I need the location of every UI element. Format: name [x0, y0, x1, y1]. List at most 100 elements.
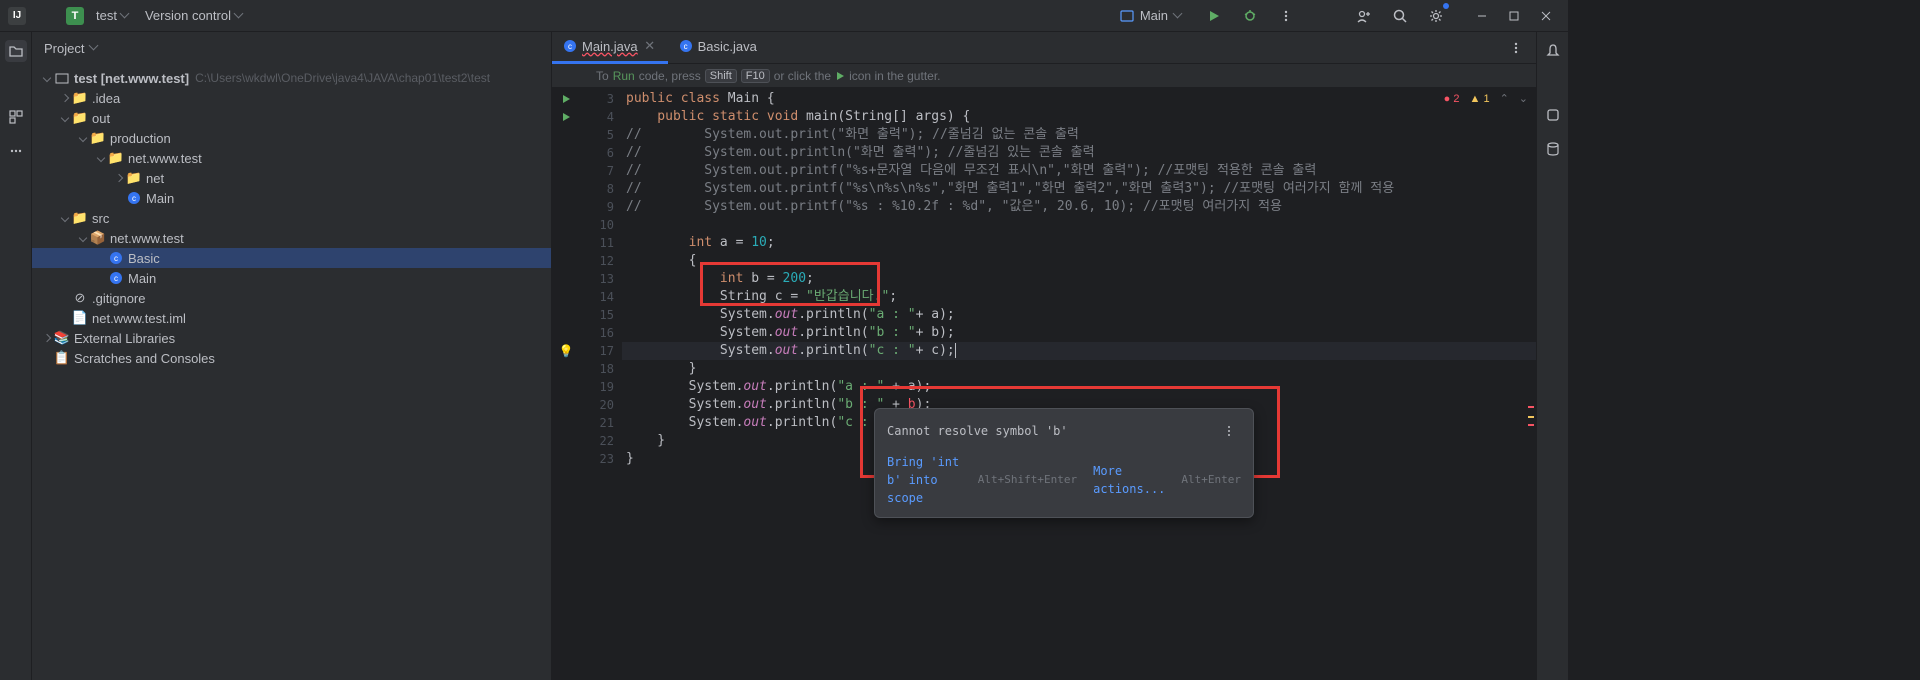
project-dropdown[interactable]: test	[92, 6, 133, 25]
class-icon: c	[564, 40, 576, 52]
prev-highlight[interactable]: ⌃	[1500, 92, 1509, 105]
more-actions-button[interactable]	[1274, 4, 1298, 28]
project-badge[interactable]: T	[66, 7, 84, 25]
warning-mark[interactable]	[1528, 416, 1534, 418]
tree-item-pkg-out[interactable]: 📁 net.www.test	[32, 148, 551, 168]
tree-toggle[interactable]	[58, 215, 72, 221]
run-button[interactable]	[1202, 4, 1226, 28]
tree-label: net.www.test	[110, 231, 184, 246]
class-icon: c	[126, 192, 142, 204]
maximize-button[interactable]	[1500, 4, 1528, 28]
project-name-label: test	[96, 8, 117, 23]
settings-button[interactable]	[1424, 4, 1448, 28]
run-gutter-icon[interactable]	[561, 112, 571, 122]
tree-item-src[interactable]: 📁 src	[32, 208, 551, 228]
structure-tool-button[interactable]	[5, 106, 27, 128]
tree-label: .gitignore	[92, 291, 145, 306]
tree-label: Main	[128, 271, 156, 286]
banner-run-text: Run	[613, 69, 635, 83]
tree-item-external[interactable]: 📚 External Libraries	[32, 328, 551, 348]
tree-toggle[interactable]	[40, 75, 54, 81]
error-tooltip: Cannot resolve symbol 'b' Bring 'int b' …	[874, 408, 1254, 518]
search-everywhere-button[interactable]	[1388, 4, 1412, 28]
tree-toggle[interactable]	[58, 115, 72, 121]
tree-item-production[interactable]: 📁 production	[32, 128, 551, 148]
tree-label: net	[146, 171, 164, 186]
tree-label: out	[92, 111, 110, 126]
error-count[interactable]: ● 2	[1444, 93, 1460, 105]
main-menu-button[interactable]	[34, 4, 58, 28]
error-mark[interactable]	[1528, 424, 1534, 426]
tree-item-main-src[interactable]: c Main	[32, 268, 551, 288]
class-icon: c	[108, 252, 124, 264]
tree-item-pkg-src[interactable]: 📦 net.www.test	[32, 228, 551, 248]
tree-item-scratches[interactable]: 📋 Scratches and Consoles	[32, 348, 551, 368]
kbd-shift: Shift	[705, 69, 737, 83]
tree-label: .idea	[92, 91, 120, 106]
run-config-icon	[1120, 9, 1134, 23]
warning-count[interactable]: ▲ 1	[1469, 93, 1489, 105]
tooltip-action-bring-into-scope[interactable]: Bring 'int b' into scope	[887, 453, 962, 507]
banner-text: code, press	[639, 69, 701, 83]
vcs-label: Version control	[145, 8, 231, 23]
right-tool-rail	[1536, 32, 1568, 680]
run-hint-banner: To Run code, press Shift F10 or click th…	[552, 64, 1536, 88]
tree-toggle[interactable]	[76, 235, 90, 241]
tooltip-hint: Alt+Enter	[1181, 471, 1241, 489]
inspections-widget[interactable]: ● 2 ▲ 1 ⌃ ⌄	[1444, 92, 1528, 105]
tree-item-net[interactable]: 📁 net	[32, 168, 551, 188]
tooltip-action-more[interactable]: More actions...	[1093, 462, 1165, 498]
module-icon	[54, 71, 70, 85]
tab-basic[interactable]: c Basic.java	[668, 32, 769, 64]
close-tab-button[interactable]: ✕	[644, 40, 656, 52]
tree-toggle[interactable]	[112, 175, 126, 181]
tree-label: net.www.test.iml	[92, 311, 186, 326]
scratch-icon: 📋	[54, 350, 70, 366]
tree-item-iml[interactable]: 📄 net.www.test.iml	[32, 308, 551, 328]
run-config-label: Main	[1140, 8, 1168, 23]
banner-text: or click the	[774, 69, 831, 83]
folder-icon: 📁	[126, 170, 142, 186]
code-content[interactable]: public class Main { public static void m…	[622, 88, 1536, 680]
tree-toggle[interactable]	[76, 135, 90, 141]
tree-toggle[interactable]	[94, 155, 108, 161]
tab-main[interactable]: c Main.java ✕	[552, 32, 668, 64]
error-stripe[interactable]	[1526, 88, 1536, 680]
intention-bulb-icon[interactable]: 💡	[559, 344, 574, 358]
tree-item-out[interactable]: 📁 out	[32, 108, 551, 128]
database-button[interactable]	[1542, 138, 1564, 160]
project-tree: test [net.www.test] C:\Users\wkdwl\OneDr…	[32, 64, 551, 680]
close-window-button[interactable]	[1532, 4, 1560, 28]
tree-item-gitignore[interactable]: ⊘ .gitignore	[32, 288, 551, 308]
more-tools-button[interactable]	[5, 140, 27, 162]
project-panel-title: Project	[44, 41, 84, 56]
debug-button[interactable]	[1238, 4, 1262, 28]
notifications-button[interactable]	[1542, 40, 1564, 62]
minimize-button[interactable]	[1468, 4, 1496, 28]
tab-options-button[interactable]	[1504, 36, 1528, 60]
folder-icon: 📁	[72, 110, 88, 126]
tooltip-more-button[interactable]	[1217, 419, 1241, 443]
tree-label: net.www.test	[128, 151, 202, 166]
tree-item-basic[interactable]: c Basic	[32, 248, 551, 268]
next-highlight[interactable]: ⌄	[1519, 92, 1528, 105]
code-with-me-button[interactable]	[1352, 4, 1376, 28]
tab-label: Basic.java	[698, 39, 757, 54]
tree-toggle[interactable]	[58, 95, 72, 101]
error-mark[interactable]	[1528, 406, 1534, 408]
tree-item-main-out[interactable]: c Main	[32, 188, 551, 208]
run-config-selector[interactable]: Main	[1112, 6, 1190, 25]
run-gutter-icon[interactable]	[561, 94, 571, 104]
project-tool-button[interactable]	[5, 40, 27, 62]
ai-assistant-button[interactable]	[1542, 104, 1564, 126]
vcs-dropdown[interactable]: Version control	[141, 6, 247, 25]
ide-logo[interactable]: IJ	[8, 7, 26, 25]
tree-item-idea[interactable]: 📁 .idea	[32, 88, 551, 108]
line-gutter[interactable]: 34567891011121314151617181920212223	[580, 88, 622, 680]
file-icon: 📄	[72, 310, 88, 326]
tree-root[interactable]: test [net.www.test] C:\Users\wkdwl\OneDr…	[32, 68, 551, 88]
tree-label: External Libraries	[74, 331, 175, 346]
editor-body[interactable]: ● 2 ▲ 1 ⌃ ⌄ 💡 34567891011121314151617181…	[552, 88, 1536, 680]
project-panel-header[interactable]: Project	[32, 32, 551, 64]
tree-toggle[interactable]	[40, 335, 54, 341]
